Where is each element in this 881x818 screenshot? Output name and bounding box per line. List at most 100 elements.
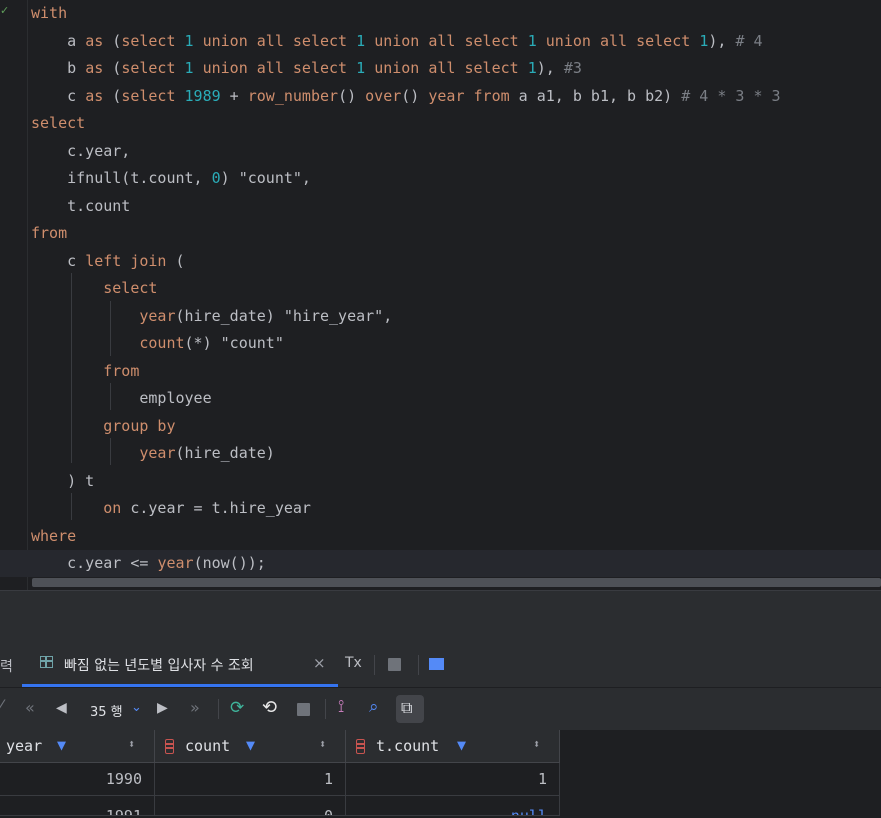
column-name: year — [6, 737, 43, 755]
tab-label: 빠짐 없는 년도별 입사자 수 조회 — [64, 658, 254, 674]
code-token: c — [31, 251, 86, 270]
code-token: #3 — [563, 59, 582, 77]
code-token: select — [121, 31, 176, 50]
code-token: t.count — [31, 196, 131, 215]
code-token: c.year <= — [31, 554, 158, 572]
sort-icon[interactable]: ⬍ — [319, 737, 326, 751]
code-token: year — [428, 86, 465, 105]
tab-previous[interactable]: 력 — [0, 656, 13, 676]
table-cell[interactable]: 1991 — [0, 796, 155, 816]
code-token: year — [139, 306, 176, 325]
filter-toggle-button[interactable]: ⧉ — [396, 695, 424, 723]
code-line[interactable]: t.count — [31, 193, 130, 220]
first-page-icon[interactable]: « — [25, 698, 35, 718]
code-line[interactable]: a as (select 1 union all select 1 union … — [31, 28, 763, 55]
search-icon[interactable]: ⌕ — [369, 697, 379, 717]
code-token: ( — [103, 59, 122, 77]
code-token: with — [31, 4, 68, 22]
code-token: + — [220, 86, 248, 105]
code-line[interactable]: count(*) "count" — [31, 330, 284, 357]
code-token: 1 — [527, 59, 537, 77]
filter-icon[interactable]: ▼ — [246, 736, 255, 754]
code-line[interactable]: on c.year = t.hire_year — [31, 495, 311, 522]
code-token: union all select — [545, 31, 691, 50]
dropdown-edge-icon[interactable]: ⁄ — [0, 696, 3, 716]
code-token: # 4 — [735, 31, 763, 50]
close-icon[interactable]: × — [313, 654, 326, 672]
column-header-t-count[interactable]: t.count ▼ ⬍ — [346, 730, 560, 763]
code-token: over — [365, 86, 402, 105]
code-line[interactable]: year(hire_date) — [31, 440, 275, 467]
chevron-down-icon[interactable]: ⌄ — [131, 700, 142, 715]
column-name: t.count — [376, 737, 440, 755]
last-page-icon[interactable]: » — [190, 698, 200, 718]
filter-icon[interactable]: ▼ — [457, 736, 466, 754]
code-line[interactable]: with — [31, 0, 67, 27]
divider — [418, 655, 419, 675]
column-icon — [165, 739, 174, 754]
results-grid: year ▼ ⬍ count ▼ ⬍ t.count ▼ ⬍ 1990 1 1 … — [0, 730, 881, 818]
code-token: a — [31, 31, 86, 50]
column-header-count[interactable]: count ▼ ⬍ — [155, 730, 346, 763]
check-icon: ✓ — [0, 4, 10, 17]
code-token: (hire_date) — [175, 444, 275, 462]
table-cell[interactable]: 1990 — [0, 763, 155, 796]
next-page-icon[interactable]: ▶ — [157, 698, 168, 718]
stop-icon[interactable] — [388, 658, 401, 671]
code-token: year — [157, 554, 194, 572]
prev-page-icon[interactable]: ◀ — [56, 698, 67, 718]
code-line[interactable]: c as (select 1989 + row_number() over() … — [31, 83, 780, 110]
cancel-icon[interactable] — [297, 703, 310, 716]
table-cell[interactable]: 0 — [155, 796, 346, 816]
sort-icon[interactable]: ⬍ — [128, 737, 135, 751]
code-line[interactable]: from — [31, 220, 67, 247]
panel-splitter[interactable] — [0, 590, 881, 643]
code-line[interactable]: b as (select 1 union all select 1 union … — [31, 55, 582, 82]
refresh-icon[interactable]: ⟳ — [230, 698, 244, 718]
table-cell[interactable]: 1 — [346, 763, 560, 796]
code-token: a a1, b b1, b b2) — [509, 86, 682, 105]
tx-button[interactable]: Tx — [345, 655, 362, 671]
code-line[interactable]: group by — [31, 413, 175, 440]
code-line[interactable]: year(hire_date) "hire_year", — [31, 303, 392, 330]
column-header-year[interactable]: year ▼ ⬍ — [0, 730, 155, 763]
code-token: ( — [103, 86, 122, 105]
code-token: where — [31, 526, 77, 545]
divider — [325, 699, 326, 719]
code-line[interactable]: select — [31, 275, 157, 302]
table-cell[interactable]: null — [346, 796, 560, 816]
horizontal-scrollbar[interactable] — [32, 578, 881, 587]
code-token: union all select — [202, 59, 348, 77]
sort-icon[interactable]: ⬍ — [533, 737, 540, 751]
code-line[interactable]: ) t — [31, 468, 94, 495]
code-token: select — [121, 86, 176, 105]
code-line[interactable]: from — [31, 358, 139, 385]
code-line[interactable]: where — [31, 523, 76, 550]
code-token: c.year, — [31, 141, 131, 160]
code-token: (now()); — [193, 554, 266, 572]
sql-editor[interactable]: ✓ with a as (select 1 union all select 1… — [0, 0, 881, 590]
filter-icon[interactable]: ▼ — [57, 736, 66, 754]
code-line[interactable]: c.year, — [31, 138, 130, 165]
code-line[interactable]: c.year <= year(now()); — [0, 550, 881, 577]
code-token: 1 — [356, 31, 366, 50]
tab-results-active[interactable]: 빠짐 없는 년도별 입사자 수 조회 × — [22, 643, 338, 687]
code-line[interactable]: ifnull(t.count, 0) "count", — [31, 165, 311, 192]
history-icon[interactable]: ⟲ — [262, 697, 277, 718]
pin-icon[interactable]: ⟟ — [338, 697, 344, 717]
code-token: b — [31, 59, 86, 77]
code-line[interactable]: employee — [31, 385, 211, 412]
table-cell[interactable]: 1 — [155, 763, 346, 796]
layout-icon[interactable] — [429, 658, 444, 670]
code-line[interactable]: select — [31, 110, 85, 137]
code-line[interactable]: c left join ( — [31, 248, 184, 275]
row-count-label[interactable]: 35 행 — [90, 701, 123, 720]
results-tab-bar: 력 빠짐 없는 년도별 입사자 수 조회 × Tx — [0, 643, 881, 688]
code-token: ), — [708, 31, 736, 50]
